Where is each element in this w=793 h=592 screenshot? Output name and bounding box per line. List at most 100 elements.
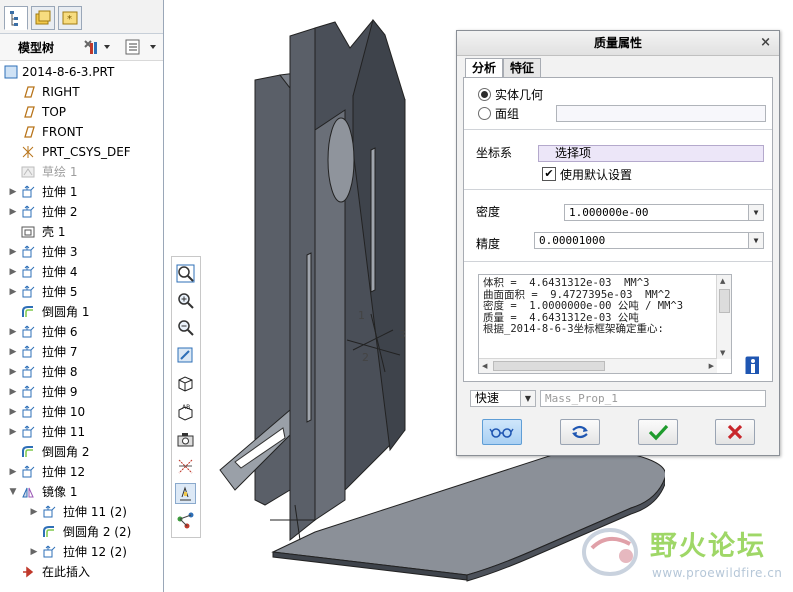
extrude-icon — [22, 465, 35, 478]
tree-item-label: 拉伸 11 — [42, 425, 86, 439]
favorites-tab[interactable]: * — [58, 6, 82, 30]
cube-icon — [178, 376, 193, 392]
datum-display-button[interactable] — [175, 456, 196, 477]
forum-watermark: 野火论坛 www.proewildfire.cn — [580, 518, 790, 588]
expand-icon[interactable]: ▶ — [29, 502, 39, 522]
tree-item-label: 拉伸 6 — [42, 325, 78, 339]
scroll-up-icon[interactable]: ▲ — [720, 277, 725, 285]
csys-collector[interactable]: 选择项 — [538, 145, 764, 162]
model-tree-panel: * 模型树 2014-8-6-3.PRT RIGHT TOP FRONT PRT_CSY… — [0, 0, 164, 592]
tree-item-label: 拉伸 2 — [42, 205, 78, 219]
expand-icon[interactable]: ▶ — [29, 542, 39, 562]
scroll-thumb[interactable] — [719, 289, 730, 313]
views-icon: AB — [178, 404, 193, 421]
divider — [464, 129, 772, 130]
density-field[interactable]: 1.000000e-00 ▼ — [564, 204, 764, 221]
settings-button[interactable] — [82, 38, 114, 56]
spin-center-button[interactable] — [175, 510, 196, 531]
scroll-thumb[interactable] — [493, 361, 605, 371]
expand-icon[interactable]: ▶ — [8, 402, 18, 422]
expand-icon[interactable]: ▶ — [8, 262, 18, 282]
expand-icon[interactable]: ▶ — [8, 462, 18, 482]
expand-icon[interactable]: ▶ — [8, 242, 18, 262]
expand-icon[interactable]: ▶ — [8, 202, 18, 222]
slot-short — [306, 252, 312, 423]
expand-icon[interactable]: ▶ — [8, 182, 18, 202]
solid-geometry-radio[interactable] — [478, 88, 491, 101]
tools-icon — [84, 40, 110, 54]
cancel-button[interactable] — [715, 419, 755, 445]
tab-feature[interactable]: 特征 — [503, 58, 542, 78]
datum-axis-icon — [178, 459, 193, 474]
extrude-icon — [43, 505, 56, 518]
expand-icon[interactable]: ▶ — [8, 282, 18, 302]
svg-text:AB: AB — [182, 404, 190, 411]
dialog-title: 质量属性 — [593, 36, 642, 50]
view-manager-button[interactable] — [175, 429, 196, 450]
use-default-checkbox[interactable]: ✔ — [542, 167, 556, 181]
shell-icon — [21, 226, 35, 238]
expand-icon[interactable]: ▶ — [8, 382, 18, 402]
zoom-in-button[interactable] — [175, 290, 196, 311]
tree-item-label: 拉伸 7 — [42, 345, 78, 359]
scroll-down-icon[interactable]: ▼ — [720, 349, 725, 357]
accuracy-field[interactable]: 0.00001000 ▼ — [534, 232, 764, 249]
tree-item-label: 倒圆角 2 (2) — [63, 525, 132, 539]
display-style-button[interactable] — [175, 373, 196, 394]
layer-tab[interactable] — [31, 6, 55, 30]
expand-icon[interactable]: ▶ — [8, 362, 18, 382]
scroll-left-icon[interactable]: ◀ — [482, 362, 487, 370]
results-horizontal-scrollbar[interactable]: ◀ ▶ — [479, 358, 717, 373]
tree-item-label: 拉伸 12 — [42, 465, 86, 479]
repeat-button[interactable] — [560, 419, 600, 445]
mode-select[interactable]: 快速 ▼ — [470, 390, 536, 407]
results-vertical-scrollbar[interactable]: ▲ ▼ — [716, 275, 731, 359]
close-button[interactable]: × — [760, 31, 771, 55]
extrude-icon — [22, 285, 35, 298]
csys-icon — [22, 146, 34, 158]
csys-label-2: 2 — [362, 351, 369, 364]
ok-button[interactable] — [638, 419, 678, 445]
extrude-icon — [22, 385, 35, 398]
results-area[interactable]: 体积 = 4.6431312e-03 MM^3 曲面面积 = 9.4727395e… — [478, 274, 732, 374]
extrude-icon — [43, 545, 56, 558]
refit-button[interactable] — [175, 263, 196, 284]
round-icon — [43, 526, 54, 537]
zoom-fit-icon — [176, 264, 195, 283]
show-menu-button[interactable] — [124, 38, 160, 56]
zoom-out-button[interactable] — [175, 317, 196, 338]
forum-logo-icon — [582, 528, 638, 576]
refresh-icon — [572, 425, 588, 439]
csys-label-3: 3 — [399, 328, 406, 341]
preview-button[interactable] — [482, 419, 522, 445]
info-icon[interactable] — [745, 356, 759, 374]
mass-properties-dialog: 质量属性 × 分析 特征 实体几何 面组 坐标系 选择项 ✔ 使用默认设置 密度… — [456, 30, 780, 456]
repaint-button[interactable] — [175, 345, 196, 366]
annotation-display-button[interactable] — [175, 483, 196, 504]
quilt-collector[interactable] — [556, 105, 766, 122]
quilt-radio[interactable] — [478, 107, 491, 120]
tab-analysis[interactable]: 分析 — [465, 58, 504, 79]
mirror-icon — [22, 487, 34, 498]
chevron-down-icon[interactable]: ▼ — [520, 391, 535, 406]
spin-center-icon — [177, 512, 194, 529]
analysis-name-field[interactable]: Mass_Prop_1 — [540, 390, 766, 407]
accuracy-label: 精度 — [476, 237, 501, 251]
tree-item-label: FRONT — [42, 125, 83, 139]
model-tree-tab[interactable] — [4, 6, 28, 30]
collapse-icon[interactable]: ▼ — [8, 482, 18, 502]
expand-icon[interactable]: ▶ — [8, 322, 18, 342]
expand-icon[interactable]: ▶ — [8, 342, 18, 362]
chevron-down-icon[interactable]: ▼ — [748, 205, 763, 220]
star-folder-icon: * — [62, 11, 78, 25]
tree-item-label: 拉伸 5 — [42, 285, 78, 299]
glasses-icon — [489, 428, 514, 438]
expand-icon[interactable]: ▶ — [8, 422, 18, 442]
scroll-right-icon[interactable]: ▶ — [709, 362, 714, 370]
chevron-down-icon[interactable]: ▼ — [748, 233, 763, 248]
tree-item-label: 镜像 1 — [42, 485, 78, 499]
tree-item-label: 拉伸 8 — [42, 365, 78, 379]
extrude-icon — [22, 425, 35, 438]
tree-item-label: 2014-8-6-3.PRT — [22, 65, 115, 79]
saved-views-button[interactable]: AB — [175, 401, 196, 422]
